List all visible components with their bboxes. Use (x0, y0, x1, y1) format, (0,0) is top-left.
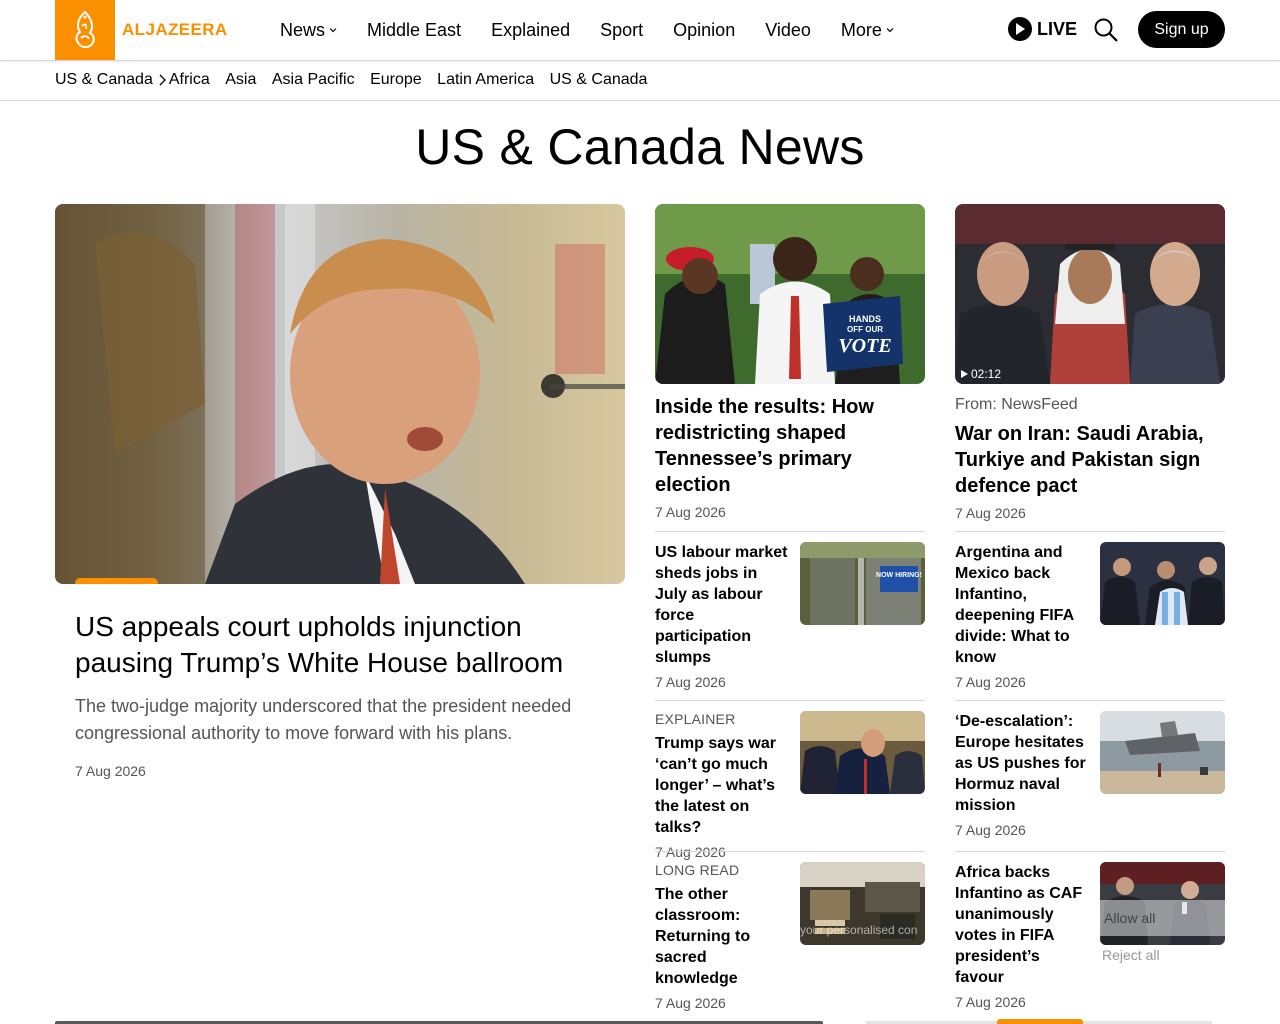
main-nav: News Middle East Explained Sport Opinion… (280, 0, 924, 60)
article-thumbnail[interactable]: NOW HIRING! (800, 542, 925, 625)
article-title[interactable]: Africa backs Infantino as CAF unanimousl… (955, 862, 1092, 988)
featured-accent-bar (75, 578, 158, 584)
oval-office-photo (800, 711, 925, 794)
subnav-item-africa[interactable]: Africa (169, 71, 210, 89)
article-title[interactable]: Argentina and Mexico back Infantino, dee… (955, 542, 1092, 668)
breadcrumb[interactable]: US & Canada (55, 71, 169, 89)
live-button[interactable]: LIVE (1008, 17, 1077, 41)
featured-title[interactable]: US appeals court upholds injunction paus… (75, 609, 605, 681)
chevron-right-icon (159, 74, 166, 86)
small-article-card: ‘De-escalation’: Europe hesitates as US … (955, 700, 1225, 845)
article-label: EXPLAINER (655, 711, 736, 727)
article-title[interactable]: Inside the results: How redistricting sh… (655, 394, 925, 498)
page-title: US & Canada News (415, 119, 865, 175)
small-article-card: Argentina and Mexico back Infantino, dee… (955, 531, 1225, 691)
article-date: 7 Aug 2026 (955, 505, 1026, 521)
article-date: 7 Aug 2026 (955, 994, 1026, 1010)
site-logo[interactable]: ALJAZEERA (55, 0, 228, 60)
featured-article: US appeals court upholds injunction paus… (55, 204, 625, 779)
article-title[interactable]: Trump says war ‘can’t go much longer’ – … (655, 733, 792, 838)
featured-excerpt: The two-judge majority underscored that … (75, 696, 572, 743)
nav-item-explained[interactable]: Explained (491, 20, 570, 41)
article-label: LONG READ (655, 862, 740, 878)
nav-label: News (280, 19, 326, 40)
small-article-card: LONG READ The other classroom: Returning… (655, 851, 925, 1011)
cookie-allow-all-button[interactable]: Allow all (1100, 900, 1225, 936)
nav-label: Video (765, 19, 811, 40)
chevron-down-icon (329, 28, 337, 33)
nav-item-news[interactable]: News (280, 20, 337, 41)
video-thumbnail[interactable]: 02:12 (955, 204, 1225, 384)
subnav-item-latin-america[interactable]: Latin America (437, 71, 534, 89)
hiring-sign-text: NOW HIRING! (876, 572, 922, 579)
article-thumbnail[interactable]: your personalised con (800, 862, 925, 945)
article-date: 7 Aug 2026 (955, 822, 1026, 838)
featured-image[interactable] (55, 204, 625, 584)
article-thumbnail[interactable] (1100, 711, 1225, 794)
article-title[interactable]: The other classroom: Returning to sacred… (655, 884, 792, 989)
search-button[interactable] (1093, 17, 1119, 43)
sign-line3: VOTE (838, 335, 891, 357)
featured-date: 7 Aug 2026 (75, 763, 146, 779)
video-duration: 02:12 (971, 367, 1002, 381)
featured-photo (55, 204, 625, 584)
protest-photo: HANDS OFF OUR VOTE (655, 204, 925, 384)
article-thumbnail[interactable] (1100, 542, 1225, 625)
subnav-item-us-canada[interactable]: US & Canada (550, 71, 648, 89)
live-label: LIVE (1037, 18, 1078, 39)
nav-item-sport[interactable]: Sport (600, 20, 643, 41)
nav-item-video[interactable]: Video (765, 20, 811, 41)
nav-label: Explained (491, 19, 571, 40)
article-thumbnail[interactable] (800, 711, 925, 794)
sub-nav: US & Canada Africa Asia Asia Pacific Eur… (0, 61, 1280, 101)
article-date: 7 Aug 2026 (655, 995, 726, 1011)
article-title[interactable]: US labour market sheds jobs in July as l… (655, 542, 792, 668)
article-date: 7 Aug 2026 (655, 674, 726, 690)
video-card: 02:12 From: NewsFeed War on Iran: Saudi … (955, 204, 1225, 521)
logo-wordmark: ALJAZEERA (122, 20, 228, 39)
subnav-item-asia-pacific[interactable]: Asia Pacific (272, 71, 355, 89)
sign-line1: HANDS (849, 314, 881, 324)
signup-button[interactable]: Sign up (1138, 11, 1225, 48)
search-icon (1094, 18, 1118, 42)
nav-item-opinion[interactable]: Opinion (673, 20, 735, 41)
storefront-photo: NOW HIRING! (800, 542, 925, 625)
article-image[interactable]: HANDS OFF OUR VOTE (655, 204, 925, 384)
article-date: 7 Aug 2026 (655, 504, 726, 520)
article-title[interactable]: ‘De-escalation’: Europe hesitates as US … (955, 711, 1092, 816)
chevron-down-icon (886, 28, 894, 33)
cookie-message-fragment: your personalised con (800, 923, 918, 937)
video-duration-badge: 02:12 (961, 367, 1001, 381)
leaders-photo (955, 204, 1225, 384)
nav-label: Sport (600, 19, 644, 40)
play-icon (1008, 17, 1032, 41)
breadcrumb-label: US & Canada (55, 71, 153, 88)
sign-line2: OFF OUR (847, 325, 883, 334)
cookie-reject-all-button[interactable]: Reject all (1102, 947, 1160, 963)
shipwreck-beach-photo (1100, 711, 1225, 794)
nav-label: Opinion (673, 19, 736, 40)
play-icon (961, 370, 968, 378)
small-article-card: US labour market sheds jobs in July as l… (655, 531, 925, 691)
article-date: 7 Aug 2026 (955, 674, 1026, 690)
article-card: HANDS OFF OUR VOTE Inside the results: H… (655, 204, 925, 520)
small-article-card: EXPLAINER Trump says war ‘can’t go much … (655, 700, 925, 860)
nav-label: More (840, 19, 882, 40)
article-source: From: NewsFeed (955, 396, 1078, 413)
nav-item-more[interactable]: More (841, 20, 894, 41)
logo-emblem-icon (55, 0, 115, 60)
football-photo (1100, 542, 1225, 625)
nav-item-middle-east[interactable]: Middle East (367, 20, 461, 41)
nav-label: Middle East (367, 19, 462, 40)
article-title[interactable]: War on Iran: Saudi Arabia, Turkiye and P… (955, 421, 1225, 499)
subnav-item-asia[interactable]: Asia (225, 71, 256, 89)
site-header: ALJAZEERA News Middle East Explained Spo… (0, 0, 1280, 61)
subnav-item-europe[interactable]: Europe (370, 71, 422, 89)
next-section-accent-bar (997, 1019, 1083, 1024)
